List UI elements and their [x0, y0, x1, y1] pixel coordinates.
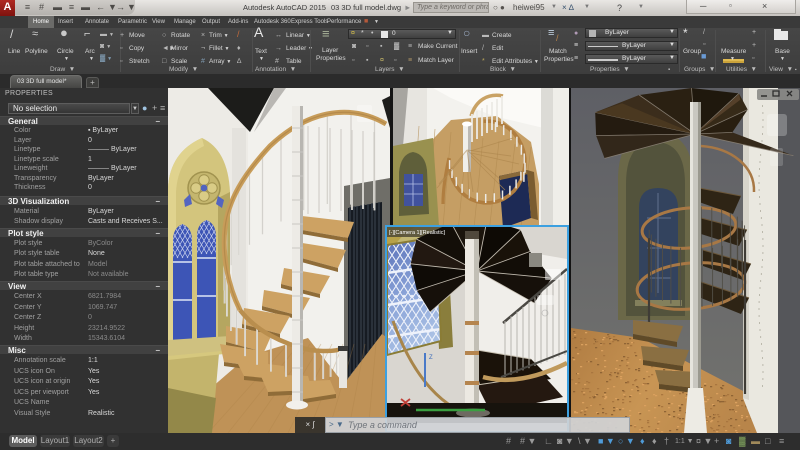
- svg-text:[-][Camera 1][Realistic]: [-][Camera 1][Realistic]: [389, 230, 446, 236]
- svg-text:Z: Z: [429, 355, 433, 361]
